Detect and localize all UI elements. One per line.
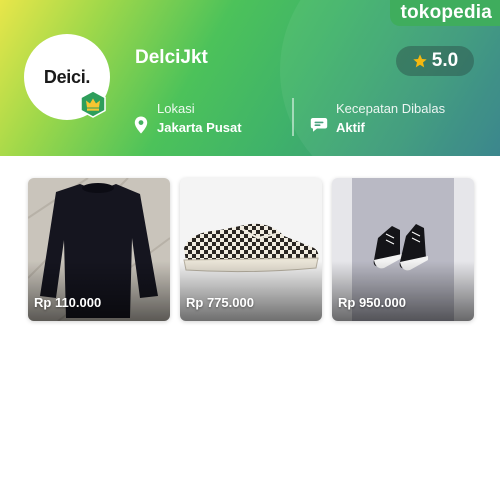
star-icon xyxy=(413,54,427,68)
response-speed-label: Kecepatan Dibalas xyxy=(336,101,446,116)
product-price: Rp 110.000 xyxy=(34,295,102,310)
product-card[interactable]: Rp 950.000 xyxy=(332,178,474,321)
shop-header-banner: tokopedia Deici. DelciJkt 5.0 Lokasi Jak… xyxy=(0,0,500,156)
location-pin-icon xyxy=(134,116,148,134)
shop-rating-badge: 5.0 xyxy=(396,46,474,76)
tokopedia-logo: tokopedia xyxy=(390,0,500,26)
shop-name: DelciJkt xyxy=(135,47,208,68)
product-card[interactable]: Rp 775.000 xyxy=(180,178,322,321)
product-price: Rp 775.000 xyxy=(186,295,254,310)
meta-divider xyxy=(292,98,294,136)
price-overlay xyxy=(28,261,170,321)
official-store-crown-icon xyxy=(80,90,106,118)
location-value: Jakarta Pusat xyxy=(157,120,242,135)
price-overlay xyxy=(332,261,474,321)
rating-value: 5.0 xyxy=(431,50,459,71)
response-speed-value: Aktif xyxy=(336,120,365,135)
location-label: Lokasi xyxy=(157,101,195,116)
product-card[interactable]: Rp 110.000 xyxy=(28,178,170,321)
price-overlay xyxy=(180,261,322,321)
chat-bubble-icon xyxy=(310,118,328,132)
product-price: Rp 950.000 xyxy=(338,295,406,310)
shop-avatar-text: Deici. xyxy=(43,66,91,87)
